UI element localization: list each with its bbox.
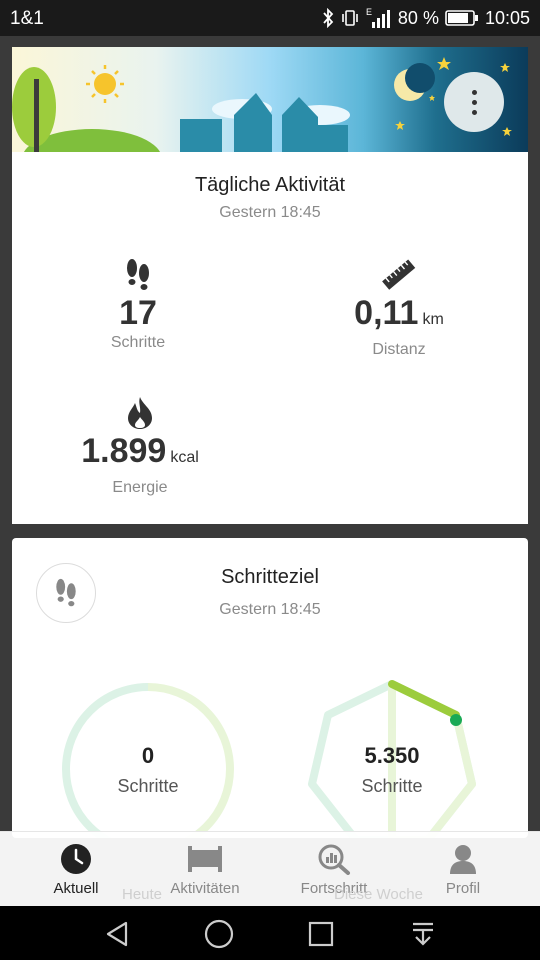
today-ring-caption: Heute: [122, 886, 163, 903]
week-ring-caption: Diese Woche: [334, 886, 423, 903]
clock-time: 10:05: [484, 7, 530, 28]
more-dot-icon: [471, 89, 477, 95]
status-right: E 80 % 10:05: [322, 6, 530, 30]
distance-metric: 0,11 km Distanz: [319, 257, 479, 360]
bed-icon: [140, 842, 270, 876]
carrier-name: 1&1: [10, 8, 44, 29]
flame-icon: [60, 395, 220, 431]
energy-label: Energie: [112, 479, 168, 496]
network-type: E: [366, 7, 372, 17]
home-icon[interactable]: [204, 919, 234, 949]
distance-unit: km: [422, 311, 444, 328]
more-dot-icon: [471, 109, 477, 115]
vibrate-icon: [340, 8, 360, 28]
back-icon[interactable]: [102, 919, 132, 949]
goal-timestamp: Gestern 18:45: [219, 601, 321, 618]
bluetooth-icon: [322, 8, 334, 28]
daily-activity-card[interactable]: Tägliche Aktivität Gestern 18:45 17 Schr…: [12, 47, 528, 524]
steps-metric: 17 Schritte: [58, 257, 218, 353]
battery-icon: [445, 9, 479, 27]
person-icon: [398, 842, 528, 876]
system-navigation-bar: [0, 906, 540, 960]
battery-percent: 80 %: [397, 7, 439, 28]
activity-title: Tägliche Aktivität: [194, 174, 346, 196]
steps-value: 17: [119, 294, 157, 332]
energy-metric: 1.899 kcal Energie: [60, 395, 220, 498]
clock-icon: [11, 842, 141, 876]
today-steps-label: Schritte: [117, 776, 179, 796]
today-steps-value: 0: [141, 743, 155, 768]
energy-unit: kcal: [170, 449, 199, 466]
distance-value: 0,11: [354, 294, 419, 332]
goal-title: Schritteziel: [221, 566, 319, 588]
bottom-navigation: Aktuell Aktivitäten Fortschritt Profil: [0, 831, 540, 906]
notification-pull-icon[interactable]: [408, 919, 438, 949]
more-dot-icon: [471, 99, 477, 105]
steps-label: Schritte: [110, 334, 166, 351]
distance-label: Distanz: [372, 341, 426, 358]
week-steps-value: 5.350: [364, 743, 420, 768]
signal-icon: E: [366, 7, 392, 29]
chart-search-icon: [269, 842, 399, 876]
ruler-icon: [319, 257, 479, 293]
step-goal-card[interactable]: Schritteziel Gestern 18:45 0 Schritte 5.…: [12, 538, 528, 838]
energy-value: 1.899: [81, 432, 167, 470]
recent-apps-icon[interactable]: [306, 919, 336, 949]
footprints-icon: [58, 257, 218, 293]
week-steps-label: Schritte: [361, 776, 423, 796]
status-bar: 1&1 E 80 % 10:05: [0, 0, 540, 36]
progress-dot: [450, 714, 462, 726]
more-options-button[interactable]: [444, 72, 504, 132]
activity-timestamp: Gestern 18:45: [219, 204, 321, 221]
